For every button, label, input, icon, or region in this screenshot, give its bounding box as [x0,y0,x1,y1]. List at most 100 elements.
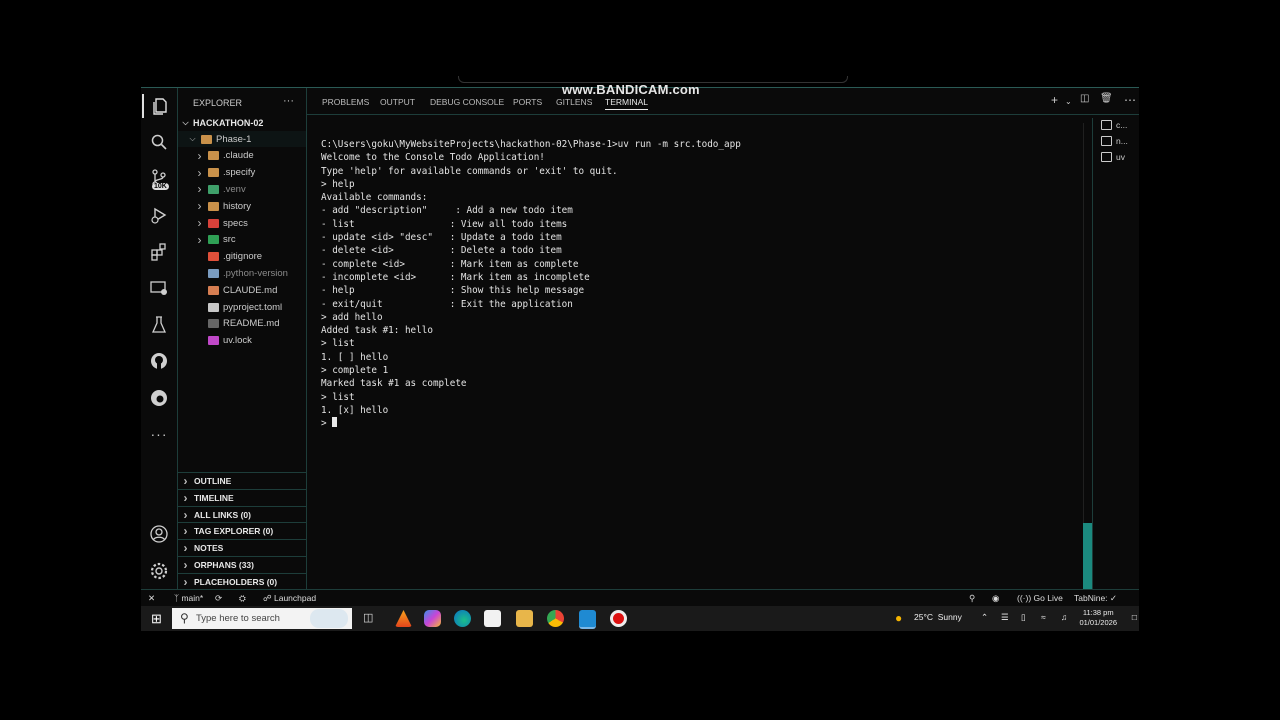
tree-item[interactable]: › specs [178,215,306,231]
status-bar: ✕ ᛉ main* ⟳ ⛭ ☍ Launchpad ⚲ ◉ ((·)) Go L… [141,589,1139,607]
tree-item[interactable]: README.md [178,316,306,332]
kill-terminal-icon[interactable]: 🗑 [1100,93,1113,104]
file-explorer-icon[interactable] [516,610,533,627]
tab-terminal[interactable]: TERMINAL [605,97,648,110]
explorer-sidebar: EXPLORER ··· ⌵ HACKATHON-02 ⌵ Phase-1 › .cl… [178,88,307,607]
tree-item-label: .claude [223,150,254,162]
terminal-line: - incomplete <id> : Mark item as incompl… [321,271,590,283]
tree-item[interactable]: .python-version [178,265,306,281]
github-icon[interactable] [147,349,171,373]
chevron-right-icon: › [197,148,202,163]
git-graph-icon[interactable]: ⛭ [239,593,246,604]
sidebar-section-header[interactable]: › PLACEHOLDERS (0) [178,572,306,590]
terminal-prompt[interactable]: > [321,417,741,430]
go-live-button[interactable]: ((·)) Go Live [1017,593,1063,603]
workspace-label: HACKATHON-02 [193,118,264,128]
chevron-right-icon: › [197,199,202,214]
workspace-root[interactable]: ⌵ HACKATHON-02 [178,115,306,131]
terminal-dropdown-chevron-icon[interactable]: ⌄ [1065,97,1072,106]
chevron-right-icon: › [183,507,188,522]
chevron-right-icon: › [183,558,188,572]
extensions-icon[interactable] [147,240,171,264]
vscode-window: ··· 10K EXPLORER ··· ⌵ HACKATHON-02 ⌵ Pha… [141,87,1139,607]
chrome-icon[interactable] [547,610,564,627]
tree-item[interactable]: › history [178,198,306,214]
terminal-list-item[interactable]: c... [1101,120,1127,130]
terminal-line: - exit/quit : Exit the application [321,298,573,310]
sidebar-section-header[interactable]: › NOTES [178,539,306,556]
run-debug-icon[interactable] [147,203,171,227]
tab-ports[interactable]: PORTS [513,97,542,107]
tree-item[interactable]: › .venv [178,181,306,197]
tray-network-icon[interactable]: ☰ [1001,612,1009,623]
terminal-line: > list [321,338,355,350]
explorer-more-icon[interactable]: ··· [283,95,294,107]
chevron-right-icon: › [197,216,202,230]
edge-browser-icon[interactable] [454,610,471,627]
testing-icon[interactable] [147,313,171,337]
panel-more-icon[interactable]: ⋯ [1124,93,1136,107]
terminal-icon [1101,152,1112,162]
windows-start-icon[interactable]: ⊞ [151,611,162,627]
tray-chevron-icon[interactable]: ⌃ [981,612,988,623]
tree-item[interactable]: pyproject.toml [178,299,306,315]
zoom-icon[interactable]: ⚲ [969,593,975,604]
tree-item[interactable]: uv.lock [178,333,306,349]
explorer-icon[interactable] [142,94,175,118]
tree-item[interactable]: CLAUDE.md [178,282,306,298]
tray-wifi-icon[interactable]: ≈ [1041,612,1046,622]
terminal-line: - list : View all todo items [321,218,568,230]
terminal-line: - add "description" : Add a new todo ite… [321,205,573,217]
edge-icon[interactable] [147,386,171,410]
tab-debug-console[interactable]: DEBUG CONSOLE [430,97,504,107]
tab-gitlens[interactable]: GITLENS [556,97,592,107]
weather-widget[interactable]: 25°C Sunny [914,612,962,622]
git-branch[interactable]: ᛉ main* [174,593,203,603]
bandicam-icon[interactable] [610,610,627,627]
new-terminal-plus-icon[interactable]: + [1051,93,1058,107]
sidebar-section-header[interactable]: › ORPHANS (33) [178,556,306,573]
tab-problems[interactable]: PROBLEMS [322,97,369,107]
tabnine-status[interactable]: TabNine: ✓ [1074,593,1117,604]
copilot-icon[interactable]: ◉ [992,593,999,604]
more-icon[interactable]: ··· [147,422,171,446]
terminal-output[interactable]: C:\Users\goku\MyWebsiteProjects\hackatho… [321,138,741,431]
remote-indicator-icon[interactable]: ✕ [148,593,155,604]
copilot-app-icon[interactable] [424,610,441,627]
folder-icon [201,134,212,144]
tree-item[interactable]: .gitignore [178,249,306,265]
taskbar-clock[interactable]: 11:38 pm 01/01/2026 [1079,608,1117,628]
terminal-list-item[interactable]: n... [1101,136,1128,146]
sidebar-section-header[interactable]: › TIMELINE [178,488,306,506]
tray-battery-icon[interactable]: ▯ [1021,612,1026,623]
sidebar-section-header[interactable]: › OUTLINE [178,472,306,489]
account-icon[interactable] [147,522,171,546]
tray-volume-icon[interactable]: ♫ [1061,612,1067,622]
tree-item[interactable]: › .claude [178,148,306,164]
sidebar-section-header[interactable]: › TAG EXPLORER (0) [178,522,306,539]
task-view-icon[interactable]: ◫ [363,611,373,624]
search-highlight-image [310,609,348,628]
tab-output[interactable]: OUTPUT [380,97,415,107]
terminal-scrollbar[interactable] [1083,523,1092,589]
terminal-list-item[interactable]: uv [1101,152,1125,162]
notification-icon[interactable]: □ [1132,612,1137,622]
remote-explorer-icon[interactable] [147,276,171,300]
chevron-right-icon: › [197,165,202,180]
claude-icon [208,285,219,295]
vscode-taskbar-icon[interactable] [579,610,596,629]
tree-item[interactable]: ⌵ Phase-1 [178,131,306,147]
sync-icon[interactable]: ⟳ [215,593,222,604]
search-icon[interactable] [147,130,171,154]
split-terminal-icon[interactable]: ◫ [1080,93,1089,104]
launchpad-button[interactable]: ☍ Launchpad [263,593,316,604]
tree-item[interactable]: › src [178,232,306,248]
tree-item-label: .venv [223,183,246,195]
sidebar-section-header[interactable]: › ALL LINKS (0) [178,505,306,523]
vlc-icon[interactable] [395,610,412,627]
store-icon[interactable] [484,610,501,627]
tree-item[interactable]: › .specify [178,165,306,181]
settings-gear-icon[interactable] [147,559,171,583]
taskbar-search-box[interactable]: ⚲ Type here to search [172,608,352,629]
tree-item-label: .gitignore [223,251,263,263]
